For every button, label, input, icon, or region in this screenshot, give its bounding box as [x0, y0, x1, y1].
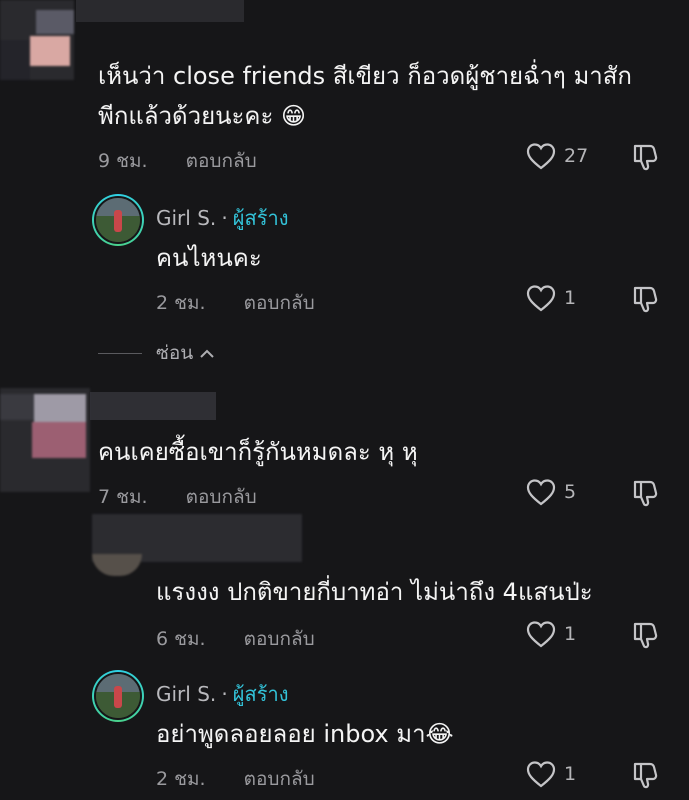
chevron-up-icon: [199, 342, 215, 364]
reply-time: 6 ชม.: [156, 628, 206, 650]
reply-header: Girl S. · ผู้สร้าง: [156, 202, 288, 234]
like-button[interactable]: 1: [526, 284, 576, 312]
comment-time: 7 ชม.: [98, 486, 148, 508]
like-count: 1: [564, 287, 577, 309]
reply-button[interactable]: ตอบกลับ: [244, 292, 315, 314]
divider: [98, 352, 142, 354]
reply-text: คนไหนคะ: [156, 244, 262, 272]
dislike-button[interactable]: [630, 620, 660, 650]
heart-icon: [526, 760, 556, 788]
heart-icon: [526, 284, 556, 312]
comment-text: คนเคยซื้อเขาก็รู้กันหมดละ หุ หุ: [98, 438, 418, 466]
creator-avatar[interactable]: [92, 670, 144, 722]
reply-meta: 6 ชม. ตอบกลับ: [156, 624, 315, 654]
comment-meta: 7 ชม. ตอบกลับ: [98, 482, 257, 512]
reply-text: อย่าพูดลอยลอย inbox มา😂: [156, 720, 454, 748]
blurred-username[interactable]: [76, 0, 244, 22]
reply-button[interactable]: ตอบกลับ: [186, 486, 257, 508]
thumbs-down-icon: [630, 284, 660, 314]
thumbs-down-icon: [630, 760, 660, 790]
dislike-button[interactable]: [630, 478, 660, 508]
like-button[interactable]: 27: [526, 142, 588, 170]
avatar-photo: [94, 196, 142, 244]
hide-label: ซ่อน: [156, 342, 194, 364]
laughing-emoji: 😂: [425, 720, 454, 748]
author-name[interactable]: Girl S.: [156, 682, 216, 706]
heart-icon: [526, 620, 556, 648]
avatar-photo: [94, 672, 142, 720]
like-count: 5: [564, 481, 577, 503]
blurred-avatar[interactable]: [92, 514, 302, 576]
reply-meta: 2 ชม. ตอบกลับ: [156, 764, 315, 794]
thumbs-down-icon: [630, 142, 660, 172]
dislike-button[interactable]: [630, 284, 660, 314]
reply-time: 2 ชม.: [156, 768, 206, 790]
creator-badge: ผู้สร้าง: [232, 682, 289, 706]
dislike-button[interactable]: [630, 760, 660, 790]
blurred-avatar[interactable]: [0, 388, 90, 492]
reply-header: Girl S. · ผู้สร้าง: [156, 678, 288, 710]
blurred-avatar[interactable]: [0, 0, 74, 80]
thumbs-down-icon: [630, 620, 660, 650]
dislike-button[interactable]: [630, 142, 660, 172]
thumbs-down-icon: [630, 478, 660, 508]
creator-badge: ผู้สร้าง: [232, 206, 289, 230]
comment-meta: 9 ชม. ตอบกลับ: [98, 146, 257, 176]
heart-icon: [526, 142, 556, 170]
like-button[interactable]: 1: [526, 620, 576, 648]
reply-button[interactable]: ตอบกลับ: [244, 768, 315, 790]
grinning-emoji: 😁: [281, 102, 307, 130]
creator-avatar[interactable]: [92, 194, 144, 246]
separator-dot: ·: [221, 206, 228, 230]
like-count: 1: [564, 623, 577, 645]
reply-meta: 2 ชม. ตอบกลับ: [156, 288, 315, 318]
blurred-username[interactable]: [90, 392, 216, 420]
like-count: 27: [564, 145, 589, 167]
like-button[interactable]: 1: [526, 760, 576, 788]
like-button[interactable]: 5: [526, 478, 576, 506]
hide-replies-button[interactable]: ซ่อน: [98, 338, 215, 368]
like-count: 1: [564, 763, 577, 785]
reply-time: 2 ชม.: [156, 292, 206, 314]
reply-button[interactable]: ตอบกลับ: [244, 628, 315, 650]
separator-dot: ·: [221, 682, 228, 706]
reply-text: แรงงง ปกติขายกี่บาทอ่า ไม่น่าถึง 4แสนป่ะ: [156, 578, 593, 606]
comment-time: 9 ชม.: [98, 150, 148, 172]
author-name[interactable]: Girl S.: [156, 206, 216, 230]
comment-text: เห็นว่า close friends สีเขียว ก็อวดผู้ชา…: [98, 62, 632, 130]
heart-icon: [526, 478, 556, 506]
reply-button[interactable]: ตอบกลับ: [186, 150, 257, 172]
